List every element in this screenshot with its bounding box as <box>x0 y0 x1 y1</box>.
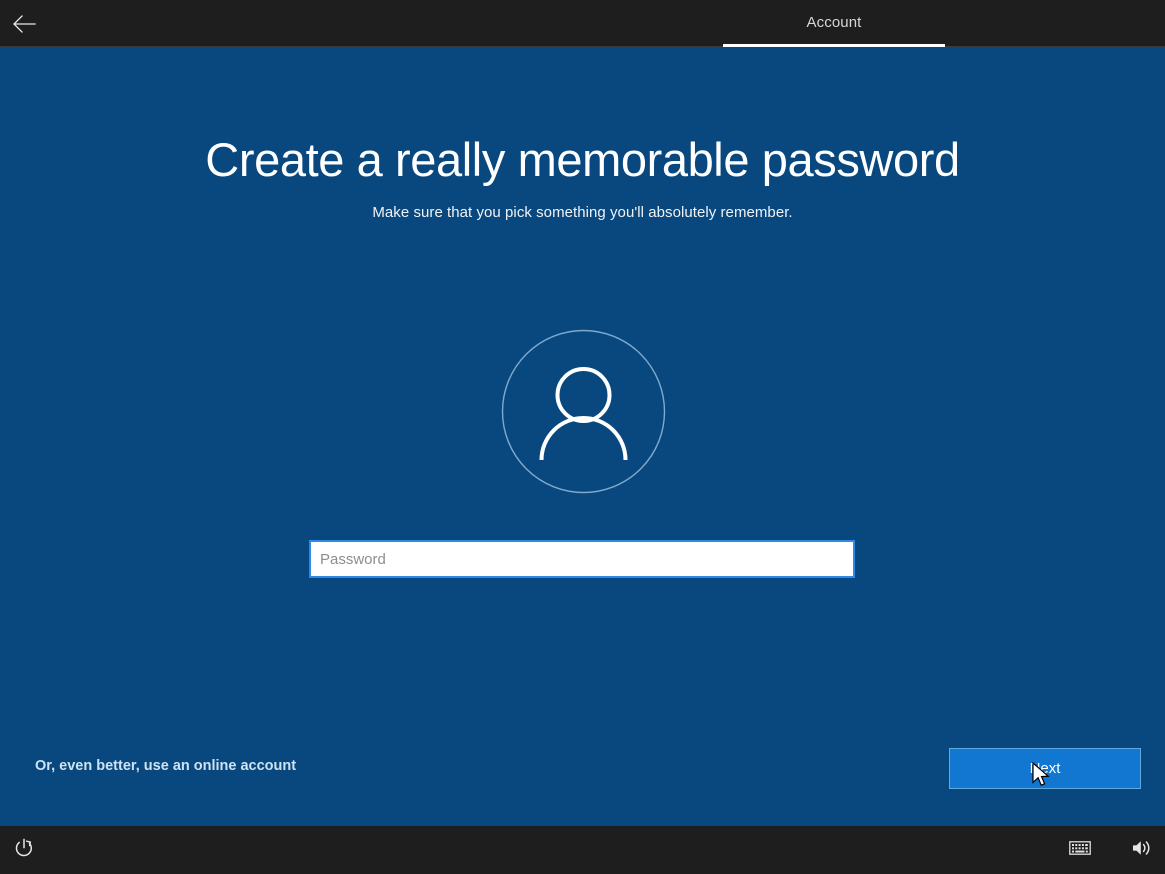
oobe-screen: Account Create a really memorable passwo… <box>0 0 1165 874</box>
volume-icon <box>1130 838 1152 863</box>
volume-button[interactable] <box>1124 836 1158 864</box>
taskbar <box>0 826 1165 874</box>
title-bar: Account <box>0 0 1165 47</box>
password-field-row <box>309 540 855 578</box>
keyboard-icon <box>1069 840 1091 861</box>
power-button[interactable] <box>8 835 40 865</box>
keyboard-button[interactable] <box>1062 836 1098 864</box>
back-arrow-icon <box>11 14 37 34</box>
page-title: Create a really memorable password <box>205 133 960 186</box>
tab-account[interactable]: Account <box>723 0 945 47</box>
tab-active-underline <box>723 44 945 47</box>
page-subtitle: Make sure that you pick something you'll… <box>372 204 793 221</box>
user-avatar-icon <box>501 329 666 494</box>
tab-account-label: Account <box>806 14 862 31</box>
next-button[interactable]: Next <box>949 748 1141 789</box>
back-button[interactable] <box>0 0 48 47</box>
password-input[interactable] <box>309 540 855 578</box>
power-icon <box>13 837 35 864</box>
main-content: Create a really memorable password Make … <box>0 48 1165 826</box>
online-account-link[interactable]: Or, even better, use an online account <box>35 759 296 774</box>
